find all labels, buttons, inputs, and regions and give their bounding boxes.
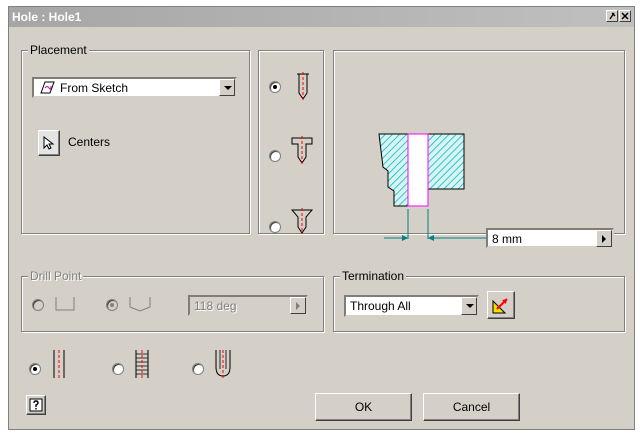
centers-label: Centers: [68, 135, 111, 149]
flat-point-icon: [55, 297, 75, 311]
chevron-right-icon[interactable]: [290, 297, 306, 314]
ok-button[interactable]: OK: [315, 393, 412, 421]
radio-simple-hole[interactable]: [29, 363, 41, 375]
help-button[interactable]: [26, 395, 46, 415]
termination-dropdown[interactable]: Through All: [344, 295, 479, 317]
diameter-input[interactable]: 8 mm: [486, 228, 614, 248]
drill-point-group: Drill Point 118 deg: [21, 269, 324, 332]
radio-counterbore[interactable]: [269, 150, 281, 162]
radio-tapped-hole[interactable]: [112, 363, 124, 375]
drilled-hole-icon: [297, 72, 309, 100]
close-button[interactable]: [619, 10, 631, 22]
tapped-hole-icon: [135, 350, 149, 378]
chevron-down-icon[interactable]: [461, 297, 477, 315]
cancel-button[interactable]: Cancel: [423, 393, 520, 421]
radio-countersink[interactable]: [269, 221, 281, 233]
close-icon: [621, 12, 629, 20]
diameter-value: 8 mm: [492, 232, 522, 246]
hole-type-group: [258, 50, 324, 234]
radio-flat-point[interactable]: [32, 299, 44, 311]
drill-point-legend: Drill Point: [28, 269, 84, 283]
chevron-right-icon[interactable]: [596, 230, 612, 247]
cursor-arrow-icon: [43, 136, 55, 150]
termination-legend: Termination: [340, 269, 407, 283]
window-title: Hole : Hole1: [12, 10, 82, 24]
radio-drilled[interactable]: [269, 81, 281, 93]
help-icon: [29, 398, 43, 412]
hole-dialog: Hole : Hole1 Placement From Sketch Cente…: [8, 6, 635, 430]
drill-angle-input[interactable]: 118 deg: [188, 295, 308, 316]
preview-group: 8 mm: [333, 50, 625, 248]
sketch-icon: [40, 81, 55, 94]
counterbore-hole-icon: [291, 136, 313, 164]
flip-direction-icon: [492, 298, 508, 314]
flip-direction-button[interactable]: [487, 291, 515, 319]
drill-angle-value: 118 deg: [194, 299, 237, 313]
placement-mode-value: From Sketch: [60, 81, 129, 95]
placement-mode-dropdown[interactable]: From Sketch: [32, 77, 237, 98]
pin-button[interactable]: [606, 10, 618, 22]
centers-select-button[interactable]: [38, 130, 60, 156]
pin-icon: [609, 12, 616, 20]
taper-tapped-hole-icon: [215, 350, 231, 378]
hole-preview-diagram: [378, 133, 465, 239]
termination-group: Termination Through All: [333, 269, 625, 332]
radio-angle-point[interactable]: [106, 299, 118, 311]
simple-hole-icon: [53, 350, 65, 378]
radio-taper-tapped-hole[interactable]: [192, 363, 204, 375]
termination-value: Through All: [350, 299, 411, 313]
placement-group: Placement From Sketch Centers: [21, 43, 250, 234]
chevron-down-icon[interactable]: [219, 79, 235, 96]
title-bar: Hole : Hole1: [9, 7, 634, 27]
placement-legend: Placement: [28, 43, 89, 57]
countersink-hole-icon: [290, 208, 314, 234]
angle-point-icon: [129, 297, 151, 312]
